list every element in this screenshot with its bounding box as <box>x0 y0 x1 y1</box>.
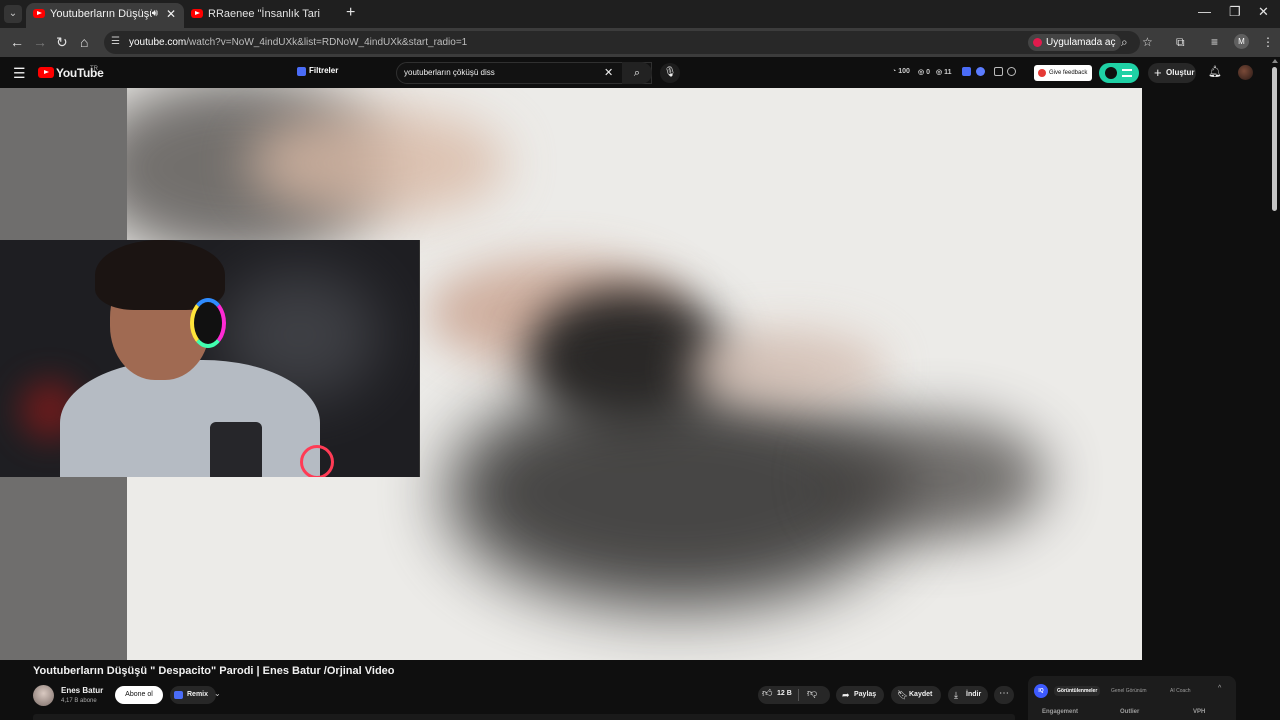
channel-avatar[interactable] <box>33 685 54 706</box>
column-vph: VPH <box>1193 709 1206 715</box>
headset-icon <box>190 298 226 348</box>
dislike-icon[interactable]: 👎︎ <box>807 687 817 699</box>
extension-icon[interactable] <box>994 67 1003 76</box>
ambient-right <box>1142 88 1270 660</box>
forward-icon[interactable]: → <box>33 34 47 50</box>
give-feedback-button[interactable]: Give feedback <box>1034 65 1093 81</box>
youtube-favicon-icon <box>33 9 45 18</box>
url-path: /watch?v=NoW_4indUXk&list=RDNoW_4indUXk&… <box>186 37 468 48</box>
download-button[interactable]: ⤓ İndir <box>948 686 988 704</box>
download-label: İndir <box>966 691 982 698</box>
home-icon[interactable]: ⌂ <box>80 34 88 50</box>
profile-avatar[interactable]: M <box>1234 34 1249 49</box>
media-controls-icon[interactable]: ≡ <box>1211 35 1218 49</box>
panel-logo-icon: IQ <box>1034 684 1048 698</box>
account-avatar[interactable] <box>1238 65 1253 80</box>
search-icon[interactable]: ⌕ <box>622 62 652 84</box>
share-button[interactable]: ➦ Paylaş <box>836 686 884 704</box>
close-tab-icon[interactable]: ✕ <box>166 3 176 25</box>
video-title: Youtuberların Düşüşü " Despacito" Parodi… <box>33 665 395 677</box>
webcam-person-shirt <box>60 360 320 477</box>
browser-tab-active[interactable]: Youtuberların Düşüşü " Despacito" Parodi… <box>26 3 184 28</box>
chevron-down-icon[interactable]: ⌄ <box>214 689 221 698</box>
page-scrollbar[interactable] <box>1270 57 1280 720</box>
video-frame-blur <box>247 108 507 218</box>
hamburger-menu-icon[interactable]: ☰ <box>13 65 26 82</box>
zoom-icon[interactable]: ⌕ <box>1121 35 1128 50</box>
column-outlier: Outlier <box>1120 709 1140 715</box>
create-button[interactable]: Oluştur <box>1148 63 1196 83</box>
save-button[interactable]: 🔖︎ Kaydet <box>891 686 941 704</box>
microphone-icon[interactable]: 🎙︎ <box>660 63 680 83</box>
open-in-app-button[interactable]: Uygulamada aç <box>1028 34 1122 51</box>
reload-icon[interactable]: ↻ <box>56 34 68 51</box>
video-frame-blur <box>827 418 1047 538</box>
tab-overview[interactable]: Genel Görünüm <box>1111 686 1147 696</box>
description-box-top <box>33 714 1015 720</box>
scroll-up-icon[interactable] <box>1272 59 1278 63</box>
like-icon[interactable]: 👍︎ <box>762 687 772 699</box>
clear-search-icon[interactable]: ✕ <box>604 66 613 79</box>
extension-icon[interactable] <box>976 67 985 76</box>
notifications-bell-icon[interactable]: 🔔︎ <box>1208 65 1222 78</box>
close-window-icon[interactable]: ✕ <box>1258 4 1269 20</box>
save-label: Kaydet <box>909 691 933 698</box>
speaker-icon[interactable]: 🔊︎ <box>152 3 158 25</box>
stat-value: 0 <box>926 69 930 76</box>
url-host: youtube.com <box>129 37 187 48</box>
remix-button[interactable]: Remix <box>170 686 217 704</box>
new-tab-icon[interactable]: + <box>346 4 355 22</box>
bookmark-icon: 🔖︎ <box>897 690 909 700</box>
search-input[interactable]: youtuberların çöküşü diss <box>404 68 495 77</box>
webcam-overlay <box>0 240 420 477</box>
subscriber-count: 4,17 B abone <box>61 698 97 704</box>
stat-views: ◔ 100 <box>892 68 910 75</box>
bookmark-star-icon[interactable]: ☆ <box>1142 35 1153 49</box>
microphone-stand <box>210 422 262 477</box>
youtube-favicon-icon <box>191 9 203 18</box>
stat-third: ◎ 11 <box>936 69 952 76</box>
video-frame-blur <box>687 328 887 408</box>
share-icon: ➦ <box>842 690 850 700</box>
tab-title: RRaenee "İnsanlık Tarihinin En Büyük <box>208 8 320 20</box>
scrollbar-thumb[interactable] <box>1272 67 1277 211</box>
extension-icon[interactable] <box>962 67 971 76</box>
subscribe-button[interactable]: Abone ol <box>115 686 163 704</box>
tab-title: Youtuberların Düşüşü " Despacito" Parodi… <box>50 8 152 20</box>
stat-value: 100 <box>898 68 910 75</box>
like-count[interactable]: 12 B <box>777 690 792 697</box>
extensions-icon[interactable]: ⧉ <box>1176 35 1185 50</box>
site-info-icon[interactable]: ☰ <box>111 36 120 47</box>
ring-light <box>300 445 334 477</box>
divider <box>798 689 799 701</box>
browser-tab[interactable]: RRaenee "İnsanlık Tarihinin En Büyük <box>184 3 340 28</box>
download-icon: ⤓ <box>954 690 958 700</box>
channel-name[interactable]: Enes Batur <box>61 686 103 695</box>
menu-icon <box>1122 69 1132 77</box>
tab-ai-coach[interactable]: AI Coach <box>1170 686 1191 696</box>
maximize-icon[interactable]: ❐ <box>1229 4 1241 20</box>
back-icon[interactable]: ← <box>10 34 24 50</box>
url-text[interactable]: youtube.com/watch?v=NoW_4indUXk&list=RDN… <box>129 37 467 48</box>
share-label: Paylaş <box>854 691 877 698</box>
collapse-chevron-icon[interactable]: ^ <box>1218 685 1221 692</box>
stat-value: 11 <box>944 69 952 76</box>
youtube-logo-icon[interactable] <box>38 67 54 78</box>
logo-icon <box>1105 67 1117 79</box>
tab-views[interactable]: Görüntülenmeler <box>1054 686 1101 696</box>
extension-icon[interactable] <box>1007 67 1016 76</box>
tab-search-button[interactable]: ⌄ <box>4 5 22 23</box>
extension-toggle-button[interactable] <box>1099 63 1139 83</box>
filters-button[interactable]: Filtreler <box>297 66 338 76</box>
column-engagement: Engagement <box>1042 709 1079 715</box>
browser-tab-strip: ⌄ Youtuberların Düşüşü " Despacito" Paro… <box>0 0 1280 28</box>
country-code: TR <box>90 66 98 72</box>
minimize-icon[interactable]: — <box>1198 4 1211 19</box>
more-actions-icon[interactable]: ⋯ <box>994 686 1014 704</box>
stat-second: ◎ 0 <box>918 69 930 76</box>
more-menu-icon[interactable]: ⋮ <box>1262 35 1274 49</box>
